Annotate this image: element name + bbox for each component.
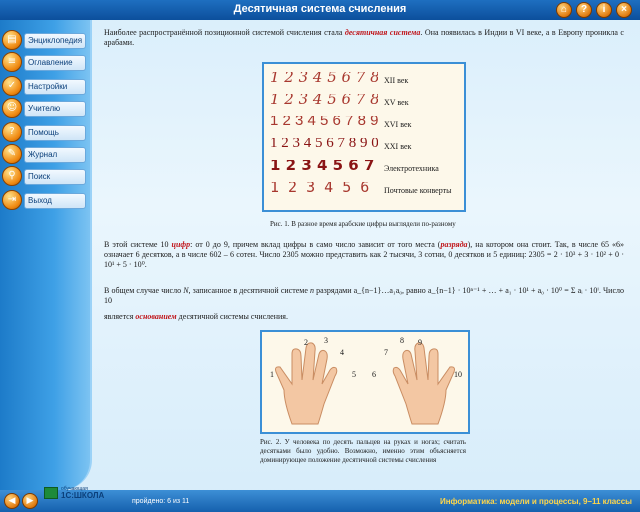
digit-row: 1 2 3 4 5 6 7 8 9 0 Почтовые конверты bbox=[270, 180, 460, 200]
para-text: В этой системе 10 bbox=[104, 240, 172, 249]
sidebar-item-label: Поиск bbox=[24, 169, 86, 185]
para-text: , записанное в десятичной системе bbox=[188, 286, 310, 295]
base-paragraph: является основанием десятичной системы с… bbox=[104, 312, 624, 322]
finger-number: 8 bbox=[400, 336, 404, 345]
digit-row: 1 2 3 4 5 6 7 8 9 0 XII век bbox=[270, 70, 460, 90]
home-button[interactable]: ⌂ bbox=[556, 2, 572, 18]
close-button[interactable]: × bbox=[616, 2, 632, 18]
para-text: десятичной системы счисления. bbox=[176, 312, 288, 321]
course-title: Информатика: модели и процессы, 9–11 кла… bbox=[439, 497, 632, 506]
exit-icon: ⇥ bbox=[2, 190, 22, 210]
digit-sample: 1 2 3 4 5 6 7 8 9 0 bbox=[270, 182, 378, 192]
term-digit-place[interactable]: разряда bbox=[440, 240, 467, 249]
school-logo: обучающая 1С:ШКОЛА bbox=[44, 486, 124, 501]
intro-text: Наиболее распространённой позиционной си… bbox=[104, 28, 345, 37]
arrow-right-icon: ▶ bbox=[26, 496, 34, 506]
digit-sample: 1 2 3 4 5 6 7 8 9 0 bbox=[270, 72, 378, 82]
sidebar-item-label: Настройки bbox=[24, 79, 86, 95]
logo-mark-icon bbox=[44, 487, 58, 499]
intro-paragraph: Наиболее распространённой позиционной си… bbox=[104, 28, 624, 48]
app-window: Десятичная система счисления ⌂ ? i × ▤ Э… bbox=[0, 0, 640, 512]
sidebar-item-teacher[interactable]: ☺ Учителю bbox=[2, 98, 88, 118]
figure-arabic-digits: 1 2 3 4 5 6 7 8 9 0 XII век 1 2 3 4 5 6 … bbox=[262, 62, 466, 212]
para-text: является bbox=[104, 312, 136, 321]
sidebar-item-label: Оглавление bbox=[24, 55, 86, 71]
sidebar-item-exit[interactable]: ⇥ Выход bbox=[2, 190, 88, 210]
term-base[interactable]: основанием bbox=[135, 312, 176, 321]
close-icon: × bbox=[621, 4, 627, 15]
sidebar-item-settings[interactable]: ✓ Настройки bbox=[2, 76, 88, 96]
digit-row-label: XV век bbox=[384, 98, 409, 107]
term-digits[interactable]: цифр bbox=[172, 240, 191, 249]
sidebar-item-label: Энциклопедия bbox=[24, 33, 86, 49]
digit-row-label: XII век bbox=[384, 76, 409, 85]
sidebar-item-encyclopedia[interactable]: ▤ Энциклопедия bbox=[2, 30, 88, 50]
lesson-content: Наиболее распространённой позиционной си… bbox=[104, 28, 626, 490]
sidebar-item-journal[interactable]: ✎ Журнал bbox=[2, 144, 88, 164]
finger-number: 3 bbox=[324, 336, 328, 345]
info-button[interactable]: i bbox=[596, 2, 612, 18]
term-decimal-system[interactable]: десятичная система bbox=[345, 28, 421, 37]
contents-icon: ≡ bbox=[2, 52, 22, 72]
finger-number: 9 bbox=[418, 338, 422, 347]
help-button[interactable]: ? bbox=[576, 2, 592, 18]
sidebar-item-label: Выход bbox=[24, 193, 86, 209]
finger-number: 1 bbox=[270, 370, 274, 379]
next-page-button[interactable]: ▶ bbox=[22, 493, 38, 509]
finger-number: 4 bbox=[340, 348, 344, 357]
para-text: В общем случае число bbox=[104, 286, 184, 295]
help-icon: ? bbox=[580, 4, 588, 15]
title-bar: Десятичная система счисления ⌂ ? i × bbox=[0, 0, 640, 20]
teacher-icon: ☺ bbox=[2, 98, 22, 118]
progress-counter: пройдено: 6 из 11 bbox=[132, 498, 190, 505]
encyclopedia-icon: ▤ bbox=[2, 30, 22, 50]
finger-number: 5 bbox=[352, 370, 356, 379]
digit-row-label: Почтовые конверты bbox=[384, 186, 452, 195]
sidebar-item-label: Учителю bbox=[24, 101, 86, 117]
sidebar-item-search[interactable]: ⚲ Поиск bbox=[2, 166, 88, 186]
figure-hands: 1 2 3 4 5 6 7 8 9 10 bbox=[260, 330, 470, 434]
sidebar-item-label: Помощь bbox=[24, 125, 86, 141]
digit-row-label: XVI век bbox=[384, 120, 412, 129]
digit-row-label: Электротехника bbox=[384, 164, 439, 173]
logo-text: 1С:ШКОЛА bbox=[61, 491, 105, 500]
help-icon: ? bbox=[2, 122, 22, 142]
para-text: : от 0 до 9, причем вклад цифры в само ч… bbox=[190, 240, 441, 249]
digit-row-label: XXI век bbox=[384, 142, 412, 151]
window-title: Десятичная система счисления bbox=[233, 3, 407, 15]
digits-paragraph: В этой системе 10 цифр: от 0 до 9, приче… bbox=[104, 240, 624, 270]
digit-sample: 1 2 3 4 5 6 7 8 9 0 bbox=[270, 94, 378, 104]
digit-sample: 1 2 3 4 5 6 7 8 9 0 bbox=[270, 138, 378, 148]
prev-page-button[interactable]: ◀ bbox=[4, 493, 20, 509]
arrow-left-icon: ◀ bbox=[8, 496, 16, 506]
hands-illustration bbox=[275, 342, 455, 425]
sidebar-item-label: Журнал bbox=[24, 147, 86, 163]
finger-number: 6 bbox=[372, 370, 376, 379]
general-formula-paragraph: В общем случае число N, записанное в дес… bbox=[104, 286, 624, 306]
digit-sample: 1 2 3 4 5 6 7 8 9 0 bbox=[270, 116, 378, 126]
digit-row: 1 2 3 4 5 6 7 8 9 0 XXI век bbox=[270, 136, 460, 156]
sidebar-item-contents[interactable]: ≡ Оглавление bbox=[2, 52, 88, 72]
sidebar: ▤ Энциклопедия ≡ Оглавление ✓ Настройки … bbox=[0, 20, 92, 490]
digit-row: 1 2 3 4 5 6 7 8 9 0 XV век bbox=[270, 92, 460, 112]
finger-number: 2 bbox=[304, 338, 308, 347]
finger-number: 7 bbox=[384, 348, 388, 357]
info-icon: i bbox=[602, 4, 606, 15]
finger-number: 10 bbox=[454, 370, 462, 379]
home-icon: ⌂ bbox=[560, 4, 568, 15]
settings-icon: ✓ bbox=[2, 76, 22, 96]
figure2-caption: Рис. 2. У человека по десять пальцев на … bbox=[260, 438, 466, 464]
figure1-caption: Рис. 1. В разное время арабские цифры вы… bbox=[270, 220, 456, 228]
digit-row: 1 2 3 4 5 6 7 8 9 0 XVI век bbox=[270, 114, 460, 134]
journal-icon: ✎ bbox=[2, 144, 22, 164]
digit-sample: 1 2 3 4 5 6 7 8 9 0 bbox=[270, 160, 378, 170]
sidebar-item-help[interactable]: ? Помощь bbox=[2, 122, 88, 142]
digit-row: 1 2 3 4 5 6 7 8 9 0 Электротехника bbox=[270, 158, 460, 178]
search-icon: ⚲ bbox=[2, 166, 22, 186]
